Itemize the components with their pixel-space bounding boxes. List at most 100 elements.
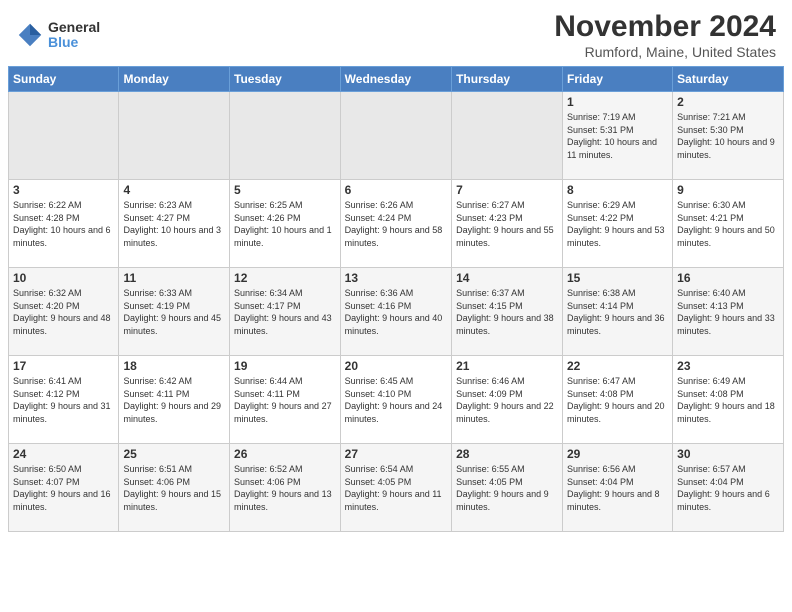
day-number: 27 <box>345 447 447 461</box>
day-number: 23 <box>677 359 779 373</box>
day-cell: 30 Sunrise: 6:57 AM Sunset: 4:04 PM Dayli… <box>673 444 784 532</box>
day-cell: 11 Sunrise: 6:33 AM Sunset: 4:19 PM Dayli… <box>119 268 230 356</box>
day-info: Sunrise: 6:33 AM Sunset: 4:19 PM Dayligh… <box>123 287 225 337</box>
day-cell: 19 Sunrise: 6:44 AM Sunset: 4:11 PM Dayli… <box>230 356 341 444</box>
day-number: 18 <box>123 359 225 373</box>
day-info: Sunrise: 6:55 AM Sunset: 4:05 PM Dayligh… <box>456 463 558 513</box>
day-info: Sunrise: 6:25 AM Sunset: 4:26 PM Dayligh… <box>234 199 336 249</box>
day-cell: 17 Sunrise: 6:41 AM Sunset: 4:12 PM Dayli… <box>9 356 119 444</box>
day-info: Sunrise: 6:30 AM Sunset: 4:21 PM Dayligh… <box>677 199 779 249</box>
day-info: Sunrise: 6:50 AM Sunset: 4:07 PM Dayligh… <box>13 463 114 513</box>
day-cell: 5 Sunrise: 6:25 AM Sunset: 4:26 PM Daylig… <box>230 180 341 268</box>
day-info: Sunrise: 6:44 AM Sunset: 4:11 PM Dayligh… <box>234 375 336 425</box>
day-number: 21 <box>456 359 558 373</box>
day-number: 11 <box>123 271 225 285</box>
day-number: 10 <box>13 271 114 285</box>
day-number: 26 <box>234 447 336 461</box>
day-number: 25 <box>123 447 225 461</box>
day-cell: 20 Sunrise: 6:45 AM Sunset: 4:10 PM Dayli… <box>340 356 451 444</box>
week-row-0: 1 Sunrise: 7:19 AM Sunset: 5:31 PM Daylig… <box>9 92 784 180</box>
day-number: 5 <box>234 183 336 197</box>
day-cell: 26 Sunrise: 6:52 AM Sunset: 4:06 PM Dayli… <box>230 444 341 532</box>
day-cell: 28 Sunrise: 6:55 AM Sunset: 4:05 PM Dayli… <box>452 444 563 532</box>
day-cell: 8Sunrise: 6:29 AM Sunset: 4:22 PM Daylig… <box>562 180 672 268</box>
day-info: Sunrise: 6:47 AM Sunset: 4:08 PM Dayligh… <box>567 375 668 425</box>
day-number: 9 <box>677 183 779 197</box>
day-info: Sunrise: 6:22 AM Sunset: 4:28 PM Dayligh… <box>13 199 114 249</box>
weekday-header-thursday: Thursday <box>452 67 563 92</box>
day-cell: 6 Sunrise: 6:26 AM Sunset: 4:24 PM Daylig… <box>340 180 451 268</box>
day-cell: 10 Sunrise: 6:32 AM Sunset: 4:20 PM Dayli… <box>9 268 119 356</box>
day-number: 29 <box>567 447 668 461</box>
logo-general: General <box>48 20 100 35</box>
day-cell: 3 Sunrise: 6:22 AM Sunset: 4:28 PM Daylig… <box>9 180 119 268</box>
calendar: SundayMondayTuesdayWednesdayThursdayFrid… <box>8 66 784 532</box>
day-info: Sunrise: 7:19 AM Sunset: 5:31 PM Dayligh… <box>567 111 668 161</box>
day-number: 16 <box>677 271 779 285</box>
day-number: 4 <box>123 183 225 197</box>
weekday-header-sunday: Sunday <box>9 67 119 92</box>
day-number: 3 <box>13 183 114 197</box>
day-info: Sunrise: 6:54 AM Sunset: 4:05 PM Dayligh… <box>345 463 447 513</box>
week-row-2: 10 Sunrise: 6:32 AM Sunset: 4:20 PM Dayli… <box>9 268 784 356</box>
day-cell: 29 Sunrise: 6:56 AM Sunset: 4:04 PM Dayli… <box>562 444 672 532</box>
day-number: 30 <box>677 447 779 461</box>
day-info: Sunrise: 6:26 AM Sunset: 4:24 PM Dayligh… <box>345 199 447 249</box>
day-number: 1 <box>567 95 668 109</box>
day-cell: 1 Sunrise: 7:19 AM Sunset: 5:31 PM Daylig… <box>562 92 672 180</box>
day-cell: 27 Sunrise: 6:54 AM Sunset: 4:05 PM Dayli… <box>340 444 451 532</box>
day-cell <box>452 92 563 180</box>
day-info: Sunrise: 6:57 AM Sunset: 4:04 PM Dayligh… <box>677 463 779 513</box>
logo-icon <box>16 21 44 49</box>
day-cell: 4Sunrise: 6:23 AM Sunset: 4:27 PM Daylig… <box>119 180 230 268</box>
day-number: 20 <box>345 359 447 373</box>
day-info: Sunrise: 6:27 AM Sunset: 4:23 PM Dayligh… <box>456 199 558 249</box>
day-number: 6 <box>345 183 447 197</box>
day-cell: 22 Sunrise: 6:47 AM Sunset: 4:08 PM Dayli… <box>562 356 672 444</box>
day-info: Sunrise: 6:36 AM Sunset: 4:16 PM Dayligh… <box>345 287 447 337</box>
day-info: Sunrise: 6:32 AM Sunset: 4:20 PM Dayligh… <box>13 287 114 337</box>
weekday-header-wednesday: Wednesday <box>340 67 451 92</box>
day-cell: 25Sunrise: 6:51 AM Sunset: 4:06 PM Dayli… <box>119 444 230 532</box>
calendar-wrapper: SundayMondayTuesdayWednesdayThursdayFrid… <box>0 66 792 540</box>
day-info: Sunrise: 6:45 AM Sunset: 4:10 PM Dayligh… <box>345 375 447 425</box>
day-number: 22 <box>567 359 668 373</box>
day-cell: 2Sunrise: 7:21 AM Sunset: 5:30 PM Daylig… <box>673 92 784 180</box>
day-cell: 12Sunrise: 6:34 AM Sunset: 4:17 PM Dayli… <box>230 268 341 356</box>
day-cell: 23 Sunrise: 6:49 AM Sunset: 4:08 PM Dayli… <box>673 356 784 444</box>
day-number: 7 <box>456 183 558 197</box>
day-info: Sunrise: 6:49 AM Sunset: 4:08 PM Dayligh… <box>677 375 779 425</box>
day-number: 12 <box>234 271 336 285</box>
day-cell: 9 Sunrise: 6:30 AM Sunset: 4:21 PM Daylig… <box>673 180 784 268</box>
day-cell: 24Sunrise: 6:50 AM Sunset: 4:07 PM Dayli… <box>9 444 119 532</box>
day-cell: 21 Sunrise: 6:46 AM Sunset: 4:09 PM Dayli… <box>452 356 563 444</box>
day-number: 19 <box>234 359 336 373</box>
day-number: 14 <box>456 271 558 285</box>
day-number: 8 <box>567 183 668 197</box>
day-number: 17 <box>13 359 114 373</box>
day-info: Sunrise: 7:21 AM Sunset: 5:30 PM Dayligh… <box>677 111 779 161</box>
main-title: November 2024 <box>554 10 776 44</box>
day-info: Sunrise: 6:41 AM Sunset: 4:12 PM Dayligh… <box>13 375 114 425</box>
header: General Blue November 2024 Rumford, Main… <box>0 0 792 66</box>
day-number: 15 <box>567 271 668 285</box>
logo: General Blue <box>16 20 100 51</box>
day-cell: 15 Sunrise: 6:38 AM Sunset: 4:14 PM Dayli… <box>562 268 672 356</box>
day-info: Sunrise: 6:40 AM Sunset: 4:13 PM Dayligh… <box>677 287 779 337</box>
weekday-header-row: SundayMondayTuesdayWednesdayThursdayFrid… <box>9 67 784 92</box>
day-info: Sunrise: 6:37 AM Sunset: 4:15 PM Dayligh… <box>456 287 558 337</box>
title-block: November 2024 Rumford, Maine, United Sta… <box>554 10 776 60</box>
day-info: Sunrise: 6:52 AM Sunset: 4:06 PM Dayligh… <box>234 463 336 513</box>
weekday-header-tuesday: Tuesday <box>230 67 341 92</box>
day-number: 28 <box>456 447 558 461</box>
logo-blue: Blue <box>48 35 100 50</box>
day-info: Sunrise: 6:42 AM Sunset: 4:11 PM Dayligh… <box>123 375 225 425</box>
day-info: Sunrise: 6:38 AM Sunset: 4:14 PM Dayligh… <box>567 287 668 337</box>
day-cell: 14 Sunrise: 6:37 AM Sunset: 4:15 PM Dayli… <box>452 268 563 356</box>
weekday-header-saturday: Saturday <box>673 67 784 92</box>
weekday-header-friday: Friday <box>562 67 672 92</box>
day-info: Sunrise: 6:46 AM Sunset: 4:09 PM Dayligh… <box>456 375 558 425</box>
day-cell: 18 Sunrise: 6:42 AM Sunset: 4:11 PM Dayli… <box>119 356 230 444</box>
week-row-3: 17 Sunrise: 6:41 AM Sunset: 4:12 PM Dayli… <box>9 356 784 444</box>
day-info: Sunrise: 6:56 AM Sunset: 4:04 PM Dayligh… <box>567 463 668 513</box>
